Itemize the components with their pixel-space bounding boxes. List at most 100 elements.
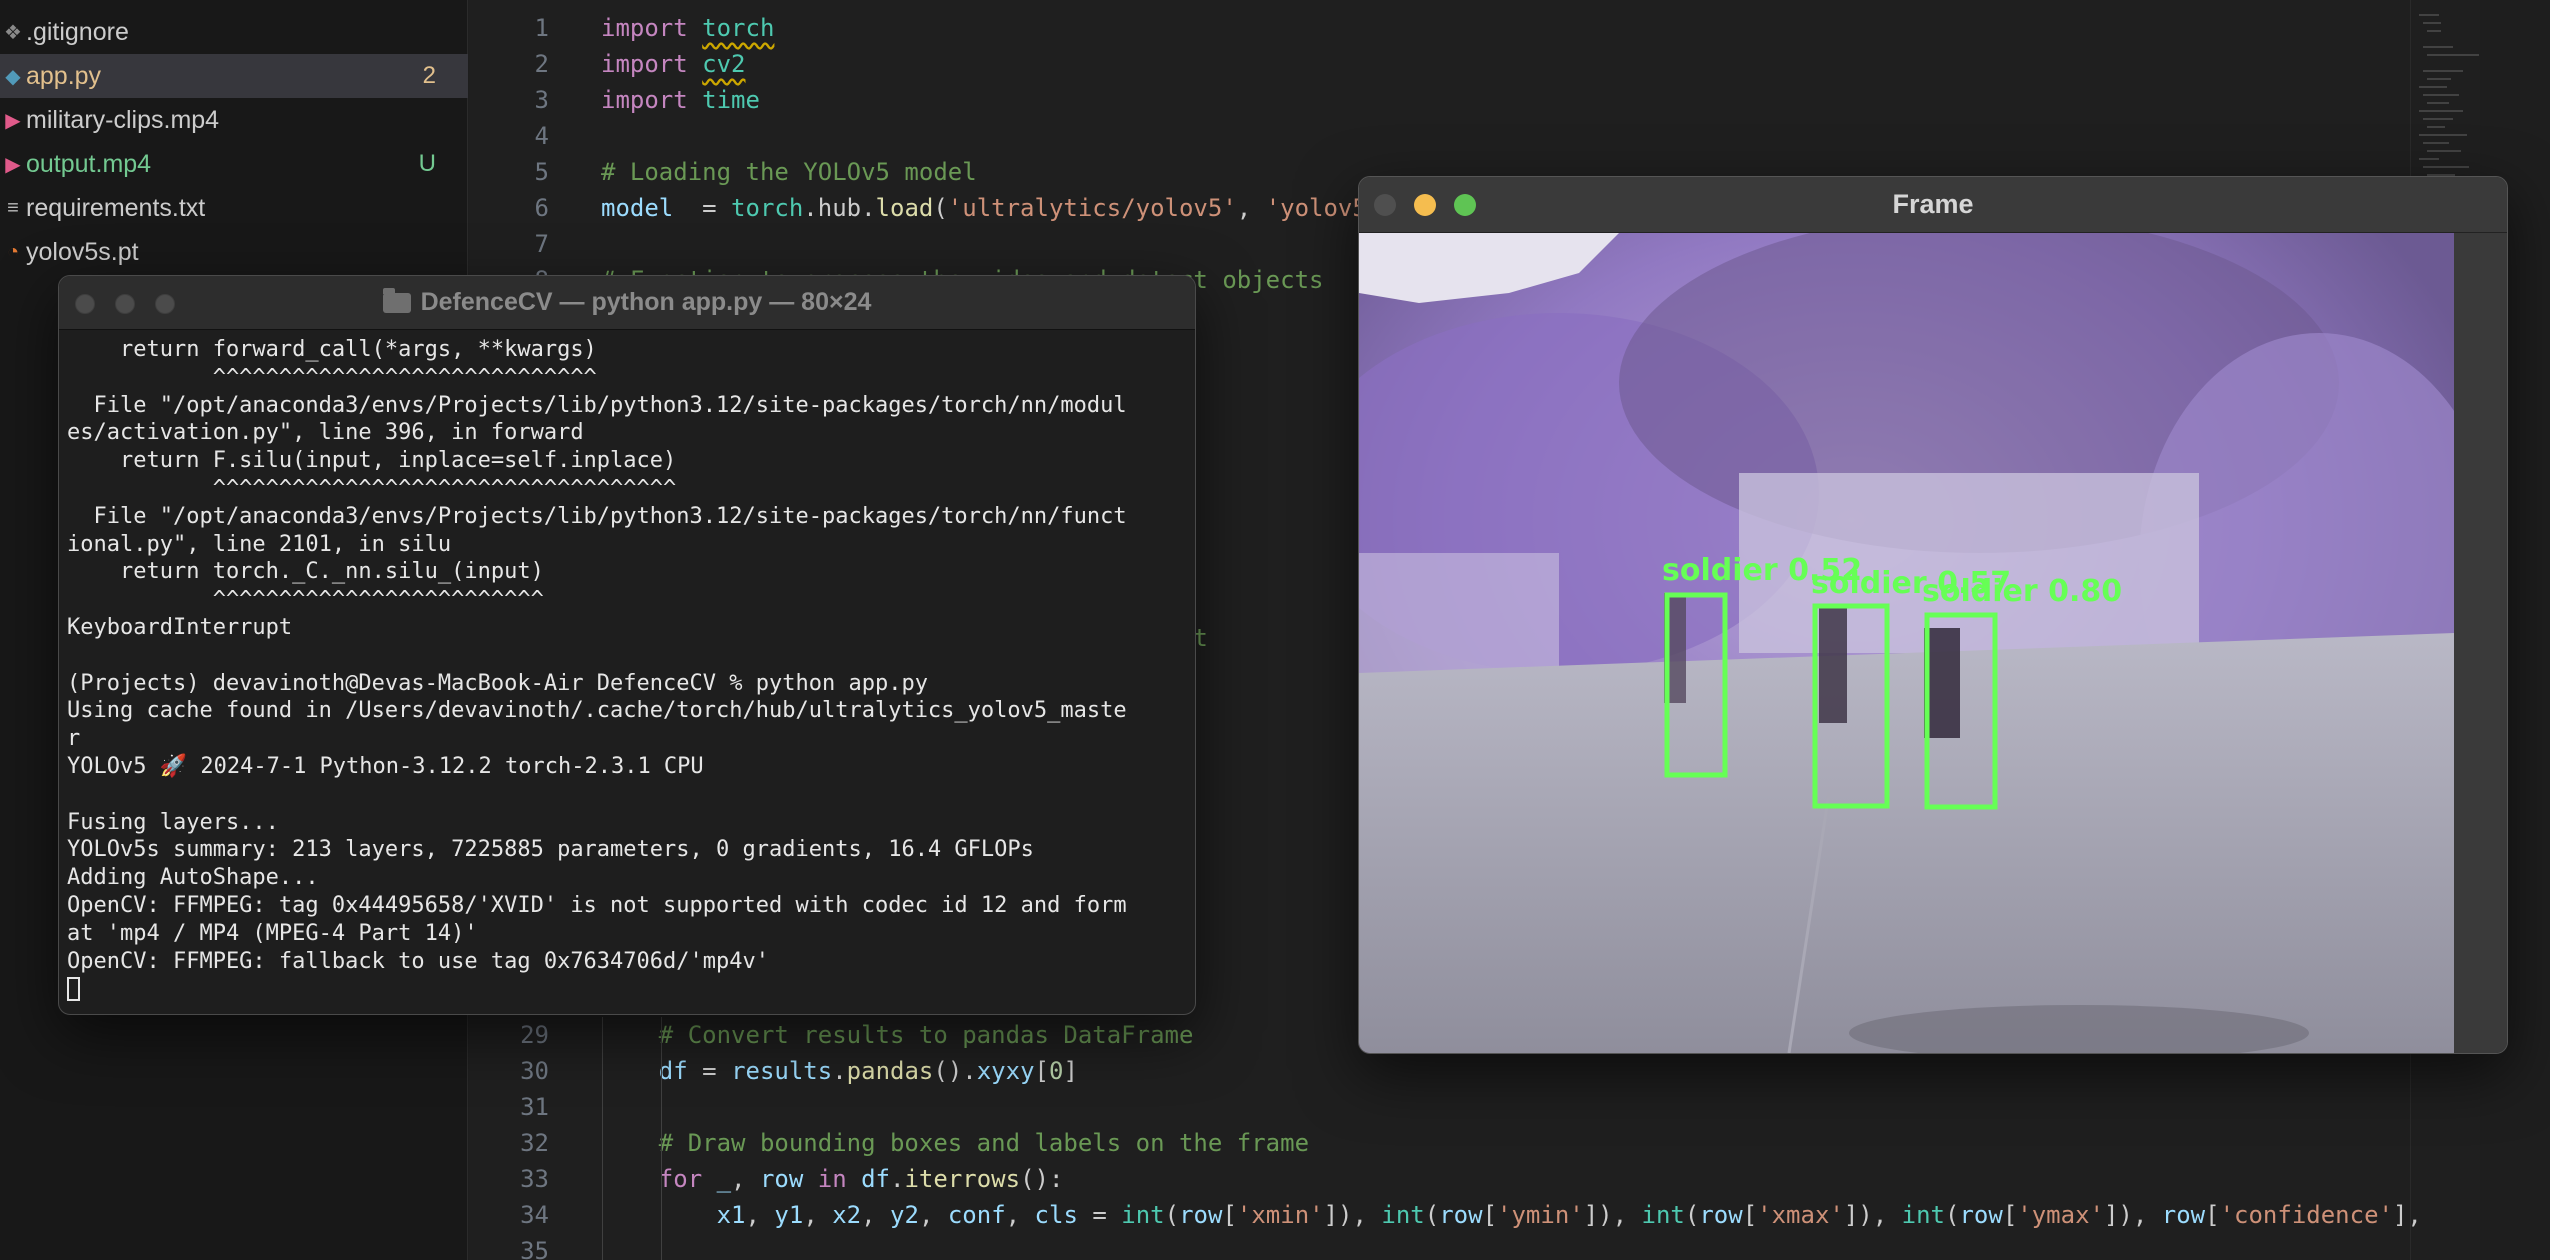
file-item[interactable]: ❖ .gitignore [0, 10, 468, 54]
soldier-figure [1819, 608, 1847, 723]
terminal-titlebar[interactable]: DefenceCV — python app.py — 80×24 [59, 276, 1195, 330]
minimize-button[interactable] [1414, 194, 1436, 216]
file-name: yolov5s.pt [26, 237, 139, 266]
line-number: 1 [534, 14, 549, 42]
terminal-line: ^^^^^^^^^^^^^^^^^^^^^^^^^ [67, 587, 544, 613]
line-number: 35 [520, 1237, 549, 1260]
code-line[interactable]: 3 import time [469, 82, 2480, 118]
line-number: 5 [534, 158, 549, 186]
terminal-line: r [67, 726, 81, 752]
file-name: military-clips.mp4 [26, 105, 220, 134]
frame-window[interactable]: Frame soldier 0.52 soldier 0.57 soldier … [1358, 176, 2508, 1054]
code-line[interactable]: 30 df = results.pandas().xyxy[0] [469, 1053, 2480, 1089]
code-text: model = torch.hub.load('ultralytics/yolo… [601, 194, 1382, 222]
line-number: 2 [534, 50, 549, 78]
terminal-line: ional.py", line 2101, in silu [67, 531, 452, 557]
settings-file-icon: ❖ [4, 21, 22, 44]
line-number: 34 [520, 1201, 549, 1229]
terminal-prompt-line[interactable] [67, 975, 1187, 1003]
detection-label: soldier 0.80 [1922, 574, 2122, 609]
indent-guide [661, 1017, 662, 1260]
code-line[interactable]: 2 import cv2 [469, 46, 2480, 82]
file-name: output.mp4 [26, 149, 152, 178]
code-text: import time [601, 86, 760, 114]
code-text: # Draw bounding boxes and labels on the … [658, 1129, 1310, 1157]
code-text: import torch [601, 14, 775, 42]
code-line[interactable]: 4 [469, 118, 2480, 154]
frame-titlebar[interactable]: Frame [1359, 177, 2507, 233]
code-text: # Loading the YOLOv5 model [601, 158, 977, 186]
file-item[interactable]: ≡ requirements.txt [0, 186, 468, 230]
terminal-line: File "/opt/anaconda3/envs/Projects/lib/p… [67, 503, 1127, 529]
code-line[interactable]: 31 [469, 1089, 2480, 1125]
code-line[interactable]: 33 for _, row in df.iterrows(): [469, 1161, 2480, 1197]
code-line[interactable]: 32 # Draw bounding boxes and labels on t… [469, 1125, 2480, 1161]
file-item[interactable]: ▶ military-clips.mp4 [0, 98, 468, 142]
line-number: 3 [534, 86, 549, 114]
close-button[interactable] [1374, 194, 1396, 216]
file-status-badge: U [418, 150, 436, 177]
minimize-button[interactable] [115, 294, 135, 314]
line-number: 6 [534, 194, 549, 222]
zoom-button[interactable] [155, 294, 175, 314]
line-number: 33 [520, 1165, 549, 1193]
code-line[interactable]: 34 x1, y1, x2, y2, conf, cls = int(row['… [469, 1197, 2480, 1233]
zoom-button[interactable] [1454, 194, 1476, 216]
video-file-icon: ▶ [5, 153, 21, 176]
code-text: df = results.pandas().xyxy[0] [658, 1057, 1078, 1085]
code-text: x1, y1, x2, y2, conf, cls = int(row['xmi… [716, 1201, 2422, 1229]
frame-title: Frame [1892, 189, 1974, 219]
file-item[interactable]: ◆ app.py 2 [0, 54, 468, 98]
line-number: 29 [520, 1021, 549, 1049]
terminal-line: es/activation.py", line 396, in forward [67, 420, 584, 446]
line-number: 31 [520, 1093, 549, 1121]
file-item[interactable]: ◔ yolov5s.pt [0, 230, 468, 274]
python-file-icon: ◆ [5, 65, 21, 88]
file-item[interactable]: ▶ output.mp4 U [0, 142, 468, 186]
code-text: # Convert results to pandas DataFrame [658, 1021, 1194, 1049]
file-status-badge: 2 [422, 62, 436, 89]
code-line[interactable]: 35 [469, 1233, 2480, 1260]
line-number: 4 [534, 122, 549, 150]
terminal-line: at 'mp4 / MP4 (MPEG-4 Part 14)' [67, 920, 478, 946]
terminal-line: return torch._C._nn.silu_(input) [67, 559, 544, 585]
terminal-line: YOLOv5 🚀 2024-7-1 Python-3.12.2 torch-2.… [67, 753, 704, 779]
terminal-line: Using cache found in /Users/devavinoth/.… [67, 698, 1127, 724]
terminal-line: YOLOv5s summary: 213 layers, 7225885 par… [67, 837, 1034, 863]
terminal-line: return F.silu(input, inplace=self.inplac… [67, 448, 677, 474]
video-frame: soldier 0.52 soldier 0.57 soldier 0.80 [1359, 233, 2454, 1053]
terminal-window[interactable]: DefenceCV — python app.py — 80×24 return… [58, 275, 1196, 1015]
rss-file-icon: ◔ [6, 240, 20, 263]
terminal-line: KeyboardInterrupt [67, 614, 293, 640]
file-name: .gitignore [26, 17, 129, 46]
line-number: 30 [520, 1057, 549, 1085]
terminal-cursor [67, 977, 80, 1002]
terminal-line: OpenCV: FFMPEG: fallback to use tag 0x76… [67, 948, 769, 974]
line-number: 32 [520, 1129, 549, 1157]
terminal-line: OpenCV: FFMPEG: tag 0x44495658/'XVID' is… [67, 892, 1127, 918]
folder-icon [382, 287, 411, 313]
terminal-line: Adding AutoShape... [67, 865, 319, 891]
terminal-line: (Projects) devavinoth@Devas-MacBook-Air … [67, 670, 928, 696]
terminal-line: Fusing layers... [67, 809, 279, 835]
terminal-line: File "/opt/anaconda3/envs/Projects/lib/p… [67, 392, 1127, 418]
terminal-title: DefenceCV — python app.py — 80×24 [420, 288, 872, 316]
terminal-line: ^^^^^^^^^^^^^^^^^^^^^^^^^^^^^^^^^^^ [67, 475, 677, 501]
indent-guide [602, 1017, 603, 1260]
code-text: import cv2 [601, 50, 746, 78]
ground [1359, 633, 2454, 1053]
file-name: app.py [26, 61, 102, 90]
text-file-icon: ≡ [7, 196, 19, 219]
code-line[interactable]: 1 import torch [469, 10, 2480, 46]
close-button[interactable] [75, 294, 95, 314]
line-number: 7 [534, 230, 549, 258]
file-name: requirements.txt [26, 193, 206, 222]
terminal-line: ^^^^^^^^^^^^^^^^^^^^^^^^^^^^^ [67, 364, 597, 390]
code-text: for _, row in df.iterrows(): [658, 1165, 1064, 1193]
video-file-icon: ▶ [5, 109, 21, 132]
video-frame-image: soldier 0.52 soldier 0.57 soldier 0.80 [1359, 233, 2454, 1053]
frame-padding [2454, 233, 2507, 1053]
terminal-output[interactable]: return forward_call(*args, **kwargs) ^^^… [67, 336, 1187, 1003]
